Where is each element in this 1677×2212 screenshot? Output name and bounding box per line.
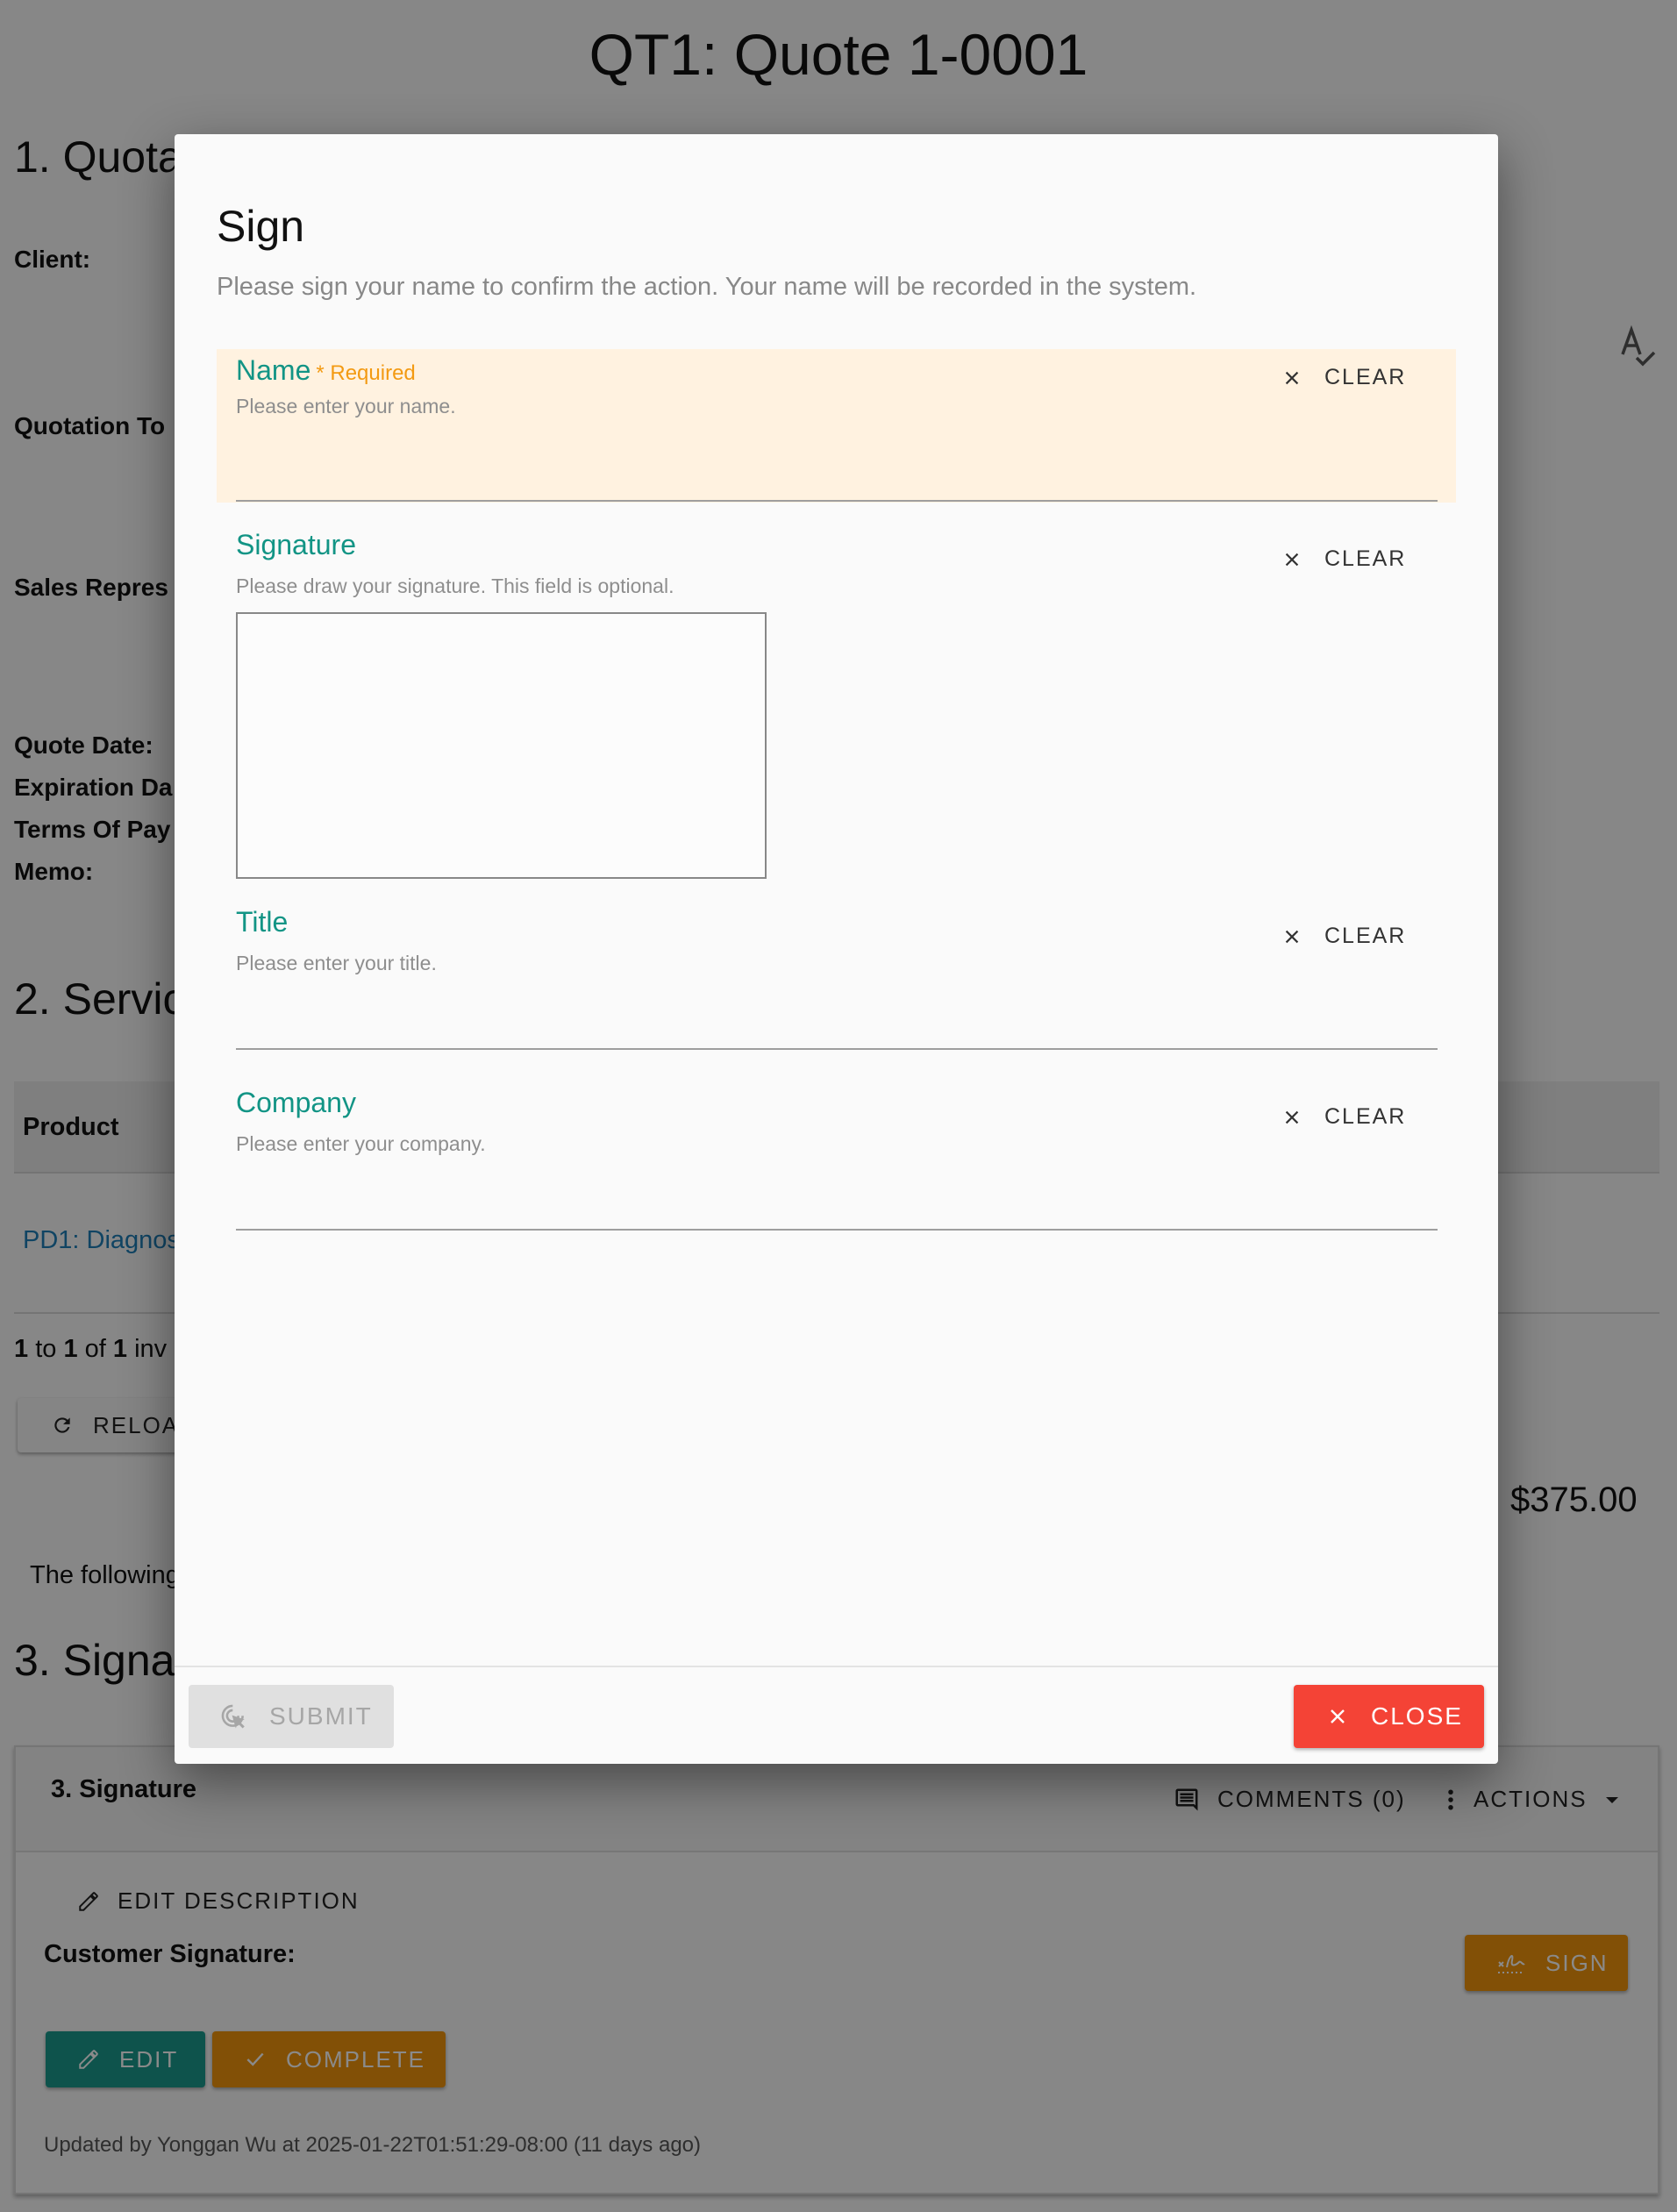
close-button[interactable]: CLOSE [1294, 1685, 1484, 1748]
submit-button[interactable]: SUBMIT [189, 1685, 394, 1748]
name-label-text: Name [236, 354, 311, 386]
company-input[interactable] [236, 1181, 1438, 1231]
clear-label: CLEAR [1324, 365, 1407, 389]
dialog-subtitle: Please sign your name to confirm the act… [217, 273, 1197, 301]
sign-dialog: Sign Please sign your name to confirm th… [175, 134, 1498, 1764]
title-clear-button[interactable]: CLEAR [1282, 924, 1406, 949]
signature-clear-button[interactable]: CLEAR [1282, 546, 1406, 572]
close-icon [1331, 1709, 1345, 1723]
close-icon [1285, 553, 1299, 566]
touch-click-icon [221, 1704, 245, 1729]
dialog-footer: SUBMIT CLOSE [175, 1666, 1498, 1764]
signature-field-label: Signature [236, 529, 356, 560]
dialog-title: Sign [217, 202, 305, 251]
name-field-hint: Please enter your name. [236, 395, 456, 417]
name-input[interactable] [236, 453, 1438, 502]
title-field-hint: Please enter your title. [236, 952, 437, 974]
clear-label: CLEAR [1324, 1104, 1407, 1129]
clear-label: CLEAR [1324, 924, 1407, 948]
signature-field-hint: Please draw your signature. This field i… [236, 574, 674, 597]
title-field: Title Please enter your title. CLEAR [217, 906, 1456, 1064]
title-field-label: Title [236, 906, 289, 938]
company-field: Company Please enter your company. CLEAR [217, 1087, 1456, 1245]
company-field-hint: Please enter your company. [236, 1132, 486, 1155]
close-label: CLOSE [1371, 1702, 1463, 1730]
name-field: Name * Required Please enter your name. C… [217, 349, 1456, 503]
name-clear-button[interactable]: CLEAR [1282, 365, 1406, 390]
close-icon [1285, 930, 1299, 943]
company-clear-button[interactable]: CLEAR [1282, 1104, 1406, 1130]
name-field-label: Name * Required [236, 354, 416, 387]
close-icon [1285, 371, 1299, 384]
required-indicator: * Required [316, 361, 416, 385]
title-input[interactable] [236, 1001, 1438, 1050]
close-icon [1285, 1110, 1299, 1124]
company-field-label: Company [236, 1087, 356, 1118]
clear-label: CLEAR [1324, 546, 1407, 571]
submit-label: SUBMIT [269, 1702, 373, 1730]
signature-field: Signature Please draw your signature. Th… [217, 529, 1456, 897]
signature-pad[interactable] [236, 612, 767, 879]
